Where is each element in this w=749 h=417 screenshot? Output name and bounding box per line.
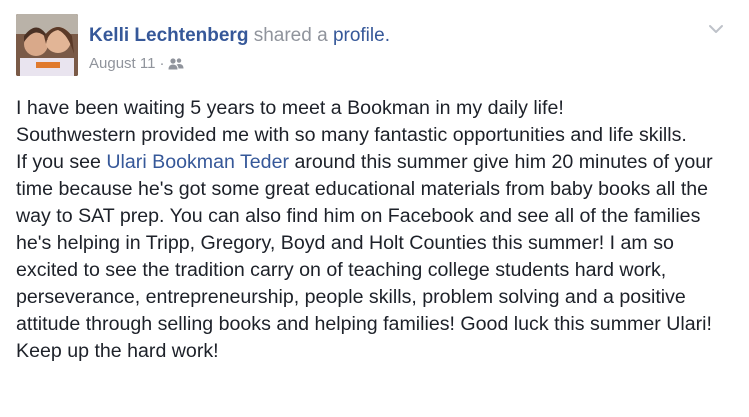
mention-link[interactable]: Ulari Bookman Teder bbox=[106, 151, 289, 173]
meta-separator: · bbox=[159, 55, 165, 72]
chevron-down-icon[interactable] bbox=[708, 22, 724, 34]
avatar-photo bbox=[16, 14, 78, 76]
body-paragraph-2: If you see Ulari Bookman Teder around th… bbox=[16, 149, 741, 365]
body-line-2: Southwestern provided me with so many fa… bbox=[16, 124, 687, 146]
post-meta: August 11 · bbox=[89, 54, 184, 74]
body-text-rest: around this summer give him 20 minutes o… bbox=[16, 151, 713, 362]
post-body: I have been waiting 5 years to meet a Bo… bbox=[16, 95, 741, 365]
author-avatar[interactable] bbox=[16, 14, 78, 76]
body-line-1: I have been waiting 5 years to meet a Bo… bbox=[16, 97, 564, 119]
feed-post: Kelli Lechtenberg shared a profile. Augu… bbox=[0, 0, 749, 417]
body-text-start: If you see bbox=[16, 151, 107, 173]
header-period: . bbox=[384, 25, 390, 46]
post-date-link[interactable]: August 11 bbox=[89, 54, 155, 74]
author-name-link[interactable]: Kelli Lechtenberg bbox=[89, 25, 248, 46]
profile-link[interactable]: profile bbox=[333, 25, 385, 46]
friends-icon[interactable] bbox=[168, 57, 184, 71]
action-text: shared a bbox=[253, 25, 328, 46]
post-header: Kelli Lechtenberg shared a profile. bbox=[89, 24, 390, 48]
